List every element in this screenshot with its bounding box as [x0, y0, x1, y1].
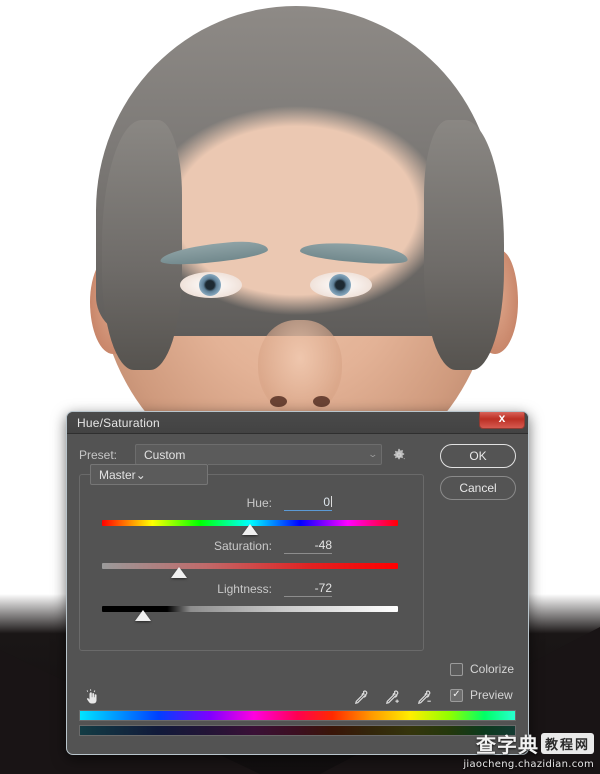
spectrum-bar-top[interactable]: [79, 710, 516, 721]
eyedropper-group: [351, 687, 435, 707]
lightness-slider[interactable]: [102, 604, 398, 621]
eyedropper-subtract-icon[interactable]: [415, 687, 435, 707]
ok-button[interactable]: OK: [440, 444, 516, 468]
targeted-adjustment-hand-icon[interactable]: [81, 686, 103, 708]
eye-left: [180, 272, 242, 298]
lightness-input[interactable]: -72: [284, 581, 332, 597]
chevron-down-icon: ⌄: [135, 467, 146, 482]
close-icon: x: [498, 411, 506, 425]
spectrum-bar-bottom[interactable]: [79, 725, 516, 736]
adjustment-group: Master ⌄ Hue: 0 Saturation: -48 Lightnes…: [79, 464, 424, 651]
dialog-body: Preset: Custom ⌄ OK Cancel Master ⌄ Hue:…: [67, 434, 528, 754]
hair-side-right: [424, 120, 504, 370]
lightness-row: Lightness: -72: [94, 581, 409, 597]
lightness-slider-thumb[interactable]: [135, 610, 152, 621]
nostril-right: [313, 396, 330, 407]
chevron-down-icon: ⌄: [367, 449, 379, 459]
nostril-left: [270, 396, 287, 407]
eye-right: [310, 272, 372, 298]
colorize-checkbox[interactable]: Colorize: [449, 662, 514, 676]
iris-left: [199, 274, 221, 296]
tools-row: [81, 686, 501, 708]
lightness-label: Lightness:: [217, 582, 272, 596]
dialog-buttons: OK Cancel: [440, 444, 516, 500]
saturation-slider[interactable]: [102, 561, 398, 578]
eyedropper-icon[interactable]: [351, 687, 371, 707]
preset-dropdown[interactable]: Custom ⌄: [135, 444, 382, 465]
channel-value: Master: [99, 467, 136, 482]
hue-label: Hue:: [246, 496, 272, 510]
nose: [258, 320, 342, 416]
hair-side-left: [102, 120, 182, 370]
saturation-label: Saturation:: [213, 539, 272, 553]
gear-icon[interactable]: [390, 446, 408, 464]
saturation-slider-thumb[interactable]: [170, 567, 187, 578]
hue-row: Hue: 0: [94, 495, 409, 511]
watermark-logo-text: 查字典: [475, 733, 539, 757]
iris-right: [329, 274, 351, 296]
channel-dropdown[interactable]: Master ⌄: [90, 464, 208, 485]
colorize-label: Colorize: [469, 662, 514, 676]
eyedropper-add-icon[interactable]: [383, 687, 403, 707]
watermark: 查字典 教程网 jiaocheng.chazidian.com: [463, 729, 594, 770]
dialog-title: Hue/Saturation: [77, 415, 160, 430]
colorize-checkbox-box[interactable]: [449, 662, 463, 676]
saturation-track[interactable]: [102, 563, 398, 569]
cancel-button[interactable]: Cancel: [440, 476, 516, 500]
hue-input[interactable]: 0: [284, 495, 332, 511]
watermark-badge: 教程网: [540, 733, 594, 754]
text-cursor: [331, 496, 332, 507]
watermark-url: jiaocheng.chazidian.com: [463, 759, 594, 770]
saturation-input[interactable]: -48: [284, 538, 332, 554]
hue-saturation-dialog: Hue/Saturation x Preset: Custom ⌄ OK Can…: [66, 411, 529, 755]
color-range-bars: [79, 710, 516, 740]
saturation-row: Saturation: -48: [94, 538, 409, 554]
hue-slider[interactable]: [102, 518, 398, 535]
close-button[interactable]: x: [479, 411, 525, 429]
dialog-titlebar[interactable]: Hue/Saturation x: [67, 412, 528, 434]
hue-slider-thumb[interactable]: [242, 524, 258, 535]
preset-value: Custom: [144, 447, 186, 462]
preset-label: Preset:: [79, 447, 118, 462]
